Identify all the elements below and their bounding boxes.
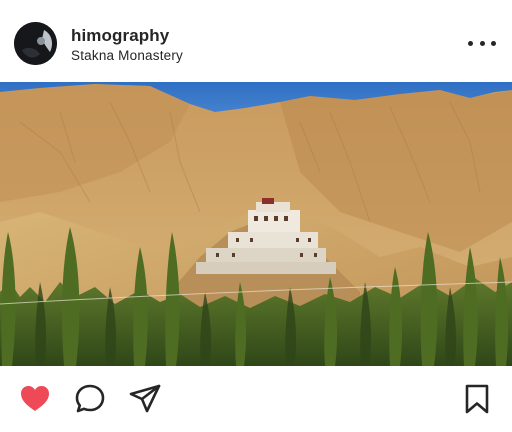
comment-bubble-icon[interactable]: [73, 382, 107, 416]
save-bookmark-icon[interactable]: [460, 382, 494, 416]
avatar-image: [14, 22, 57, 65]
post-header: himography Stakna Monastery: [0, 0, 512, 82]
location-link[interactable]: Stakna Monastery: [71, 48, 183, 63]
dot: [468, 40, 473, 46]
like-heart-icon[interactable]: [18, 382, 52, 416]
share-paper-plane-icon[interactable]: [128, 382, 162, 416]
username[interactable]: himography: [71, 26, 169, 46]
post-photo[interactable]: [0, 82, 512, 366]
more-options-icon[interactable]: [468, 33, 496, 53]
monastery-landscape-image: [0, 82, 512, 366]
dot: [491, 40, 496, 46]
post-actions-bar: [0, 366, 512, 432]
avatar[interactable]: [14, 22, 57, 65]
dot: [479, 40, 485, 46]
